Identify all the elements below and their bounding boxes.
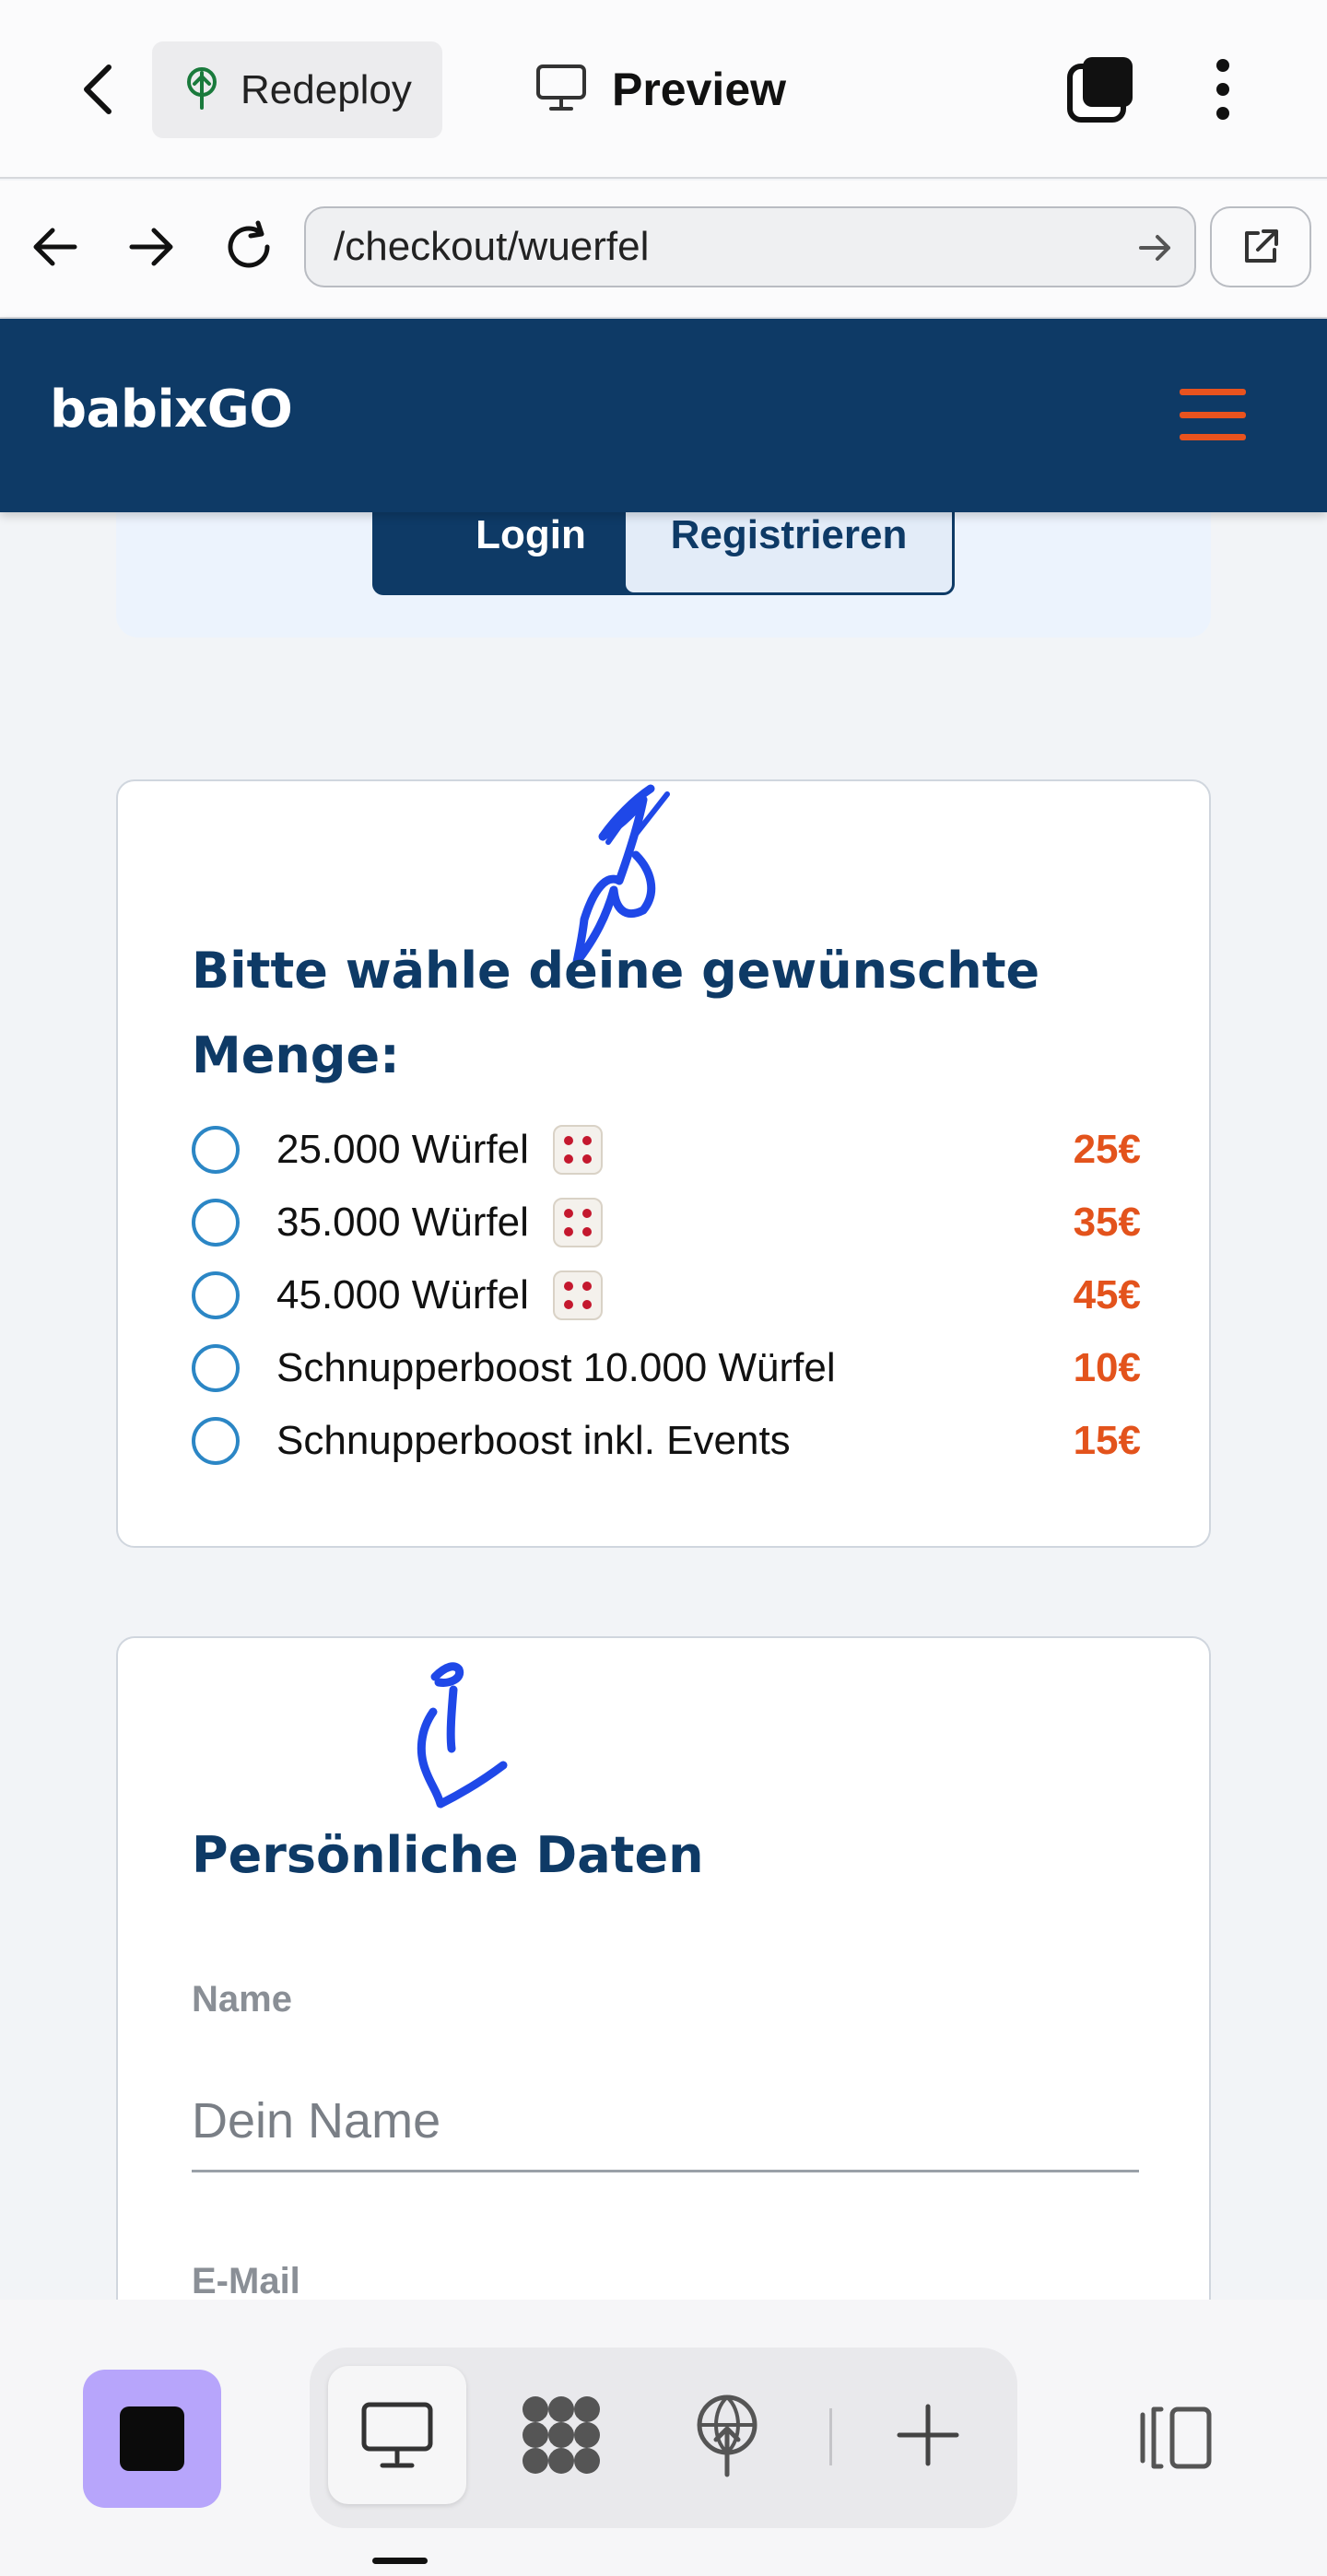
redeploy-button[interactable]: Redeploy — [152, 41, 442, 138]
divider — [829, 2408, 832, 2465]
quantity-option[interactable]: 45.000 Würfel 45€ — [192, 1259, 1141, 1331]
url-bar[interactable]: /checkout/wuerfel — [304, 206, 1196, 287]
auth-card: Login Registrieren — [116, 512, 1211, 638]
quantity-option[interactable]: 25.000 Würfel 25€ — [192, 1113, 1141, 1186]
radio-button[interactable] — [192, 1416, 240, 1465]
name-input[interactable] — [192, 2071, 1139, 2172]
back-chevron-icon[interactable] — [72, 57, 123, 122]
quantity-option[interactable]: Schnupperboost 10.000 Würfel 10€ — [192, 1331, 1141, 1404]
external-link-icon[interactable] — [1210, 206, 1311, 287]
arrow-left-icon[interactable] — [26, 217, 85, 276]
radio-button[interactable] — [192, 1125, 240, 1174]
dice-icon — [552, 1270, 603, 1320]
option-label: 35.000 Würfel — [276, 1199, 529, 1245]
app-top-bar: Redeploy Preview — [0, 0, 1327, 179]
option-label: 25.000 Würfel — [276, 1126, 529, 1172]
option-label: Schnupperboost inkl. Events — [276, 1417, 791, 1463]
scribble-annotation — [417, 1662, 508, 1809]
reload-icon[interactable] — [219, 217, 278, 276]
radio-button[interactable] — [192, 1343, 240, 1392]
brand-logo[interactable]: babixGO — [50, 380, 293, 439]
option-price: 25€ — [1073, 1126, 1141, 1172]
quantity-heading: Bitte wähle deine gewünschte Menge: — [192, 942, 1040, 1084]
dice-icon — [552, 1124, 603, 1175]
monitor-icon — [534, 63, 588, 117]
option-price: 45€ — [1073, 1271, 1141, 1317]
view-switcher — [310, 2348, 1017, 2528]
option-label: 45.000 Würfel — [276, 1271, 529, 1317]
option-label: Schnupperboost 10.000 Würfel — [276, 1344, 836, 1390]
panel-toggle-icon[interactable] — [1124, 2392, 1226, 2484]
option-price: 10€ — [1073, 1344, 1141, 1390]
dice-icon — [552, 1197, 603, 1247]
more-vertical-icon[interactable] — [1203, 53, 1243, 125]
quantity-card: Bitte wähle deine gewünschte Menge: 25.0… — [116, 779, 1211, 1548]
apps-grid-icon[interactable] — [492, 2366, 630, 2504]
hamburger-icon[interactable] — [1180, 389, 1246, 440]
page-content: Login Registrieren Bitte wähle deine gew… — [0, 512, 1327, 2300]
quantity-option[interactable]: Schnupperboost inkl. Events 15€ — [192, 1404, 1141, 1477]
quantity-options: 25.000 Würfel 25€ 35.000 Würfel 35€ 45.0… — [192, 1113, 1141, 1477]
radio-button[interactable] — [192, 1198, 240, 1247]
bottom-toolbar — [0, 2300, 1327, 2576]
tabs-icon[interactable] — [1064, 53, 1136, 125]
go-arrow-icon[interactable] — [1137, 225, 1174, 281]
browser-nav-bar: /checkout/wuerfel — [0, 181, 1327, 319]
register-button[interactable]: Registrieren — [623, 512, 955, 595]
option-price: 35€ — [1073, 1199, 1141, 1245]
stop-icon[interactable] — [83, 2370, 221, 2508]
home-indicator — [372, 2558, 428, 2564]
redeploy-label: Redeploy — [241, 66, 412, 112]
quantity-option[interactable]: 35.000 Würfel 35€ — [192, 1186, 1141, 1259]
site-header: babixGO — [0, 319, 1327, 512]
personal-heading: Persönliche Daten — [192, 1826, 704, 1884]
option-price: 15€ — [1073, 1417, 1141, 1463]
preview-label: Preview — [612, 64, 787, 115]
redeploy-tree-icon — [182, 65, 222, 114]
url-text: /checkout/wuerfel — [334, 224, 650, 269]
preview-title: Preview — [534, 51, 786, 128]
personal-data-card: Persönliche Daten Name E-Mail — [116, 1636, 1211, 2300]
email-label: E-Mail — [192, 2261, 300, 2300]
name-label: Name — [192, 1979, 292, 2020]
monitor-icon[interactable] — [328, 2366, 466, 2504]
globe-upload-icon[interactable] — [658, 2366, 796, 2504]
radio-button[interactable] — [192, 1270, 240, 1319]
plus-icon[interactable] — [859, 2366, 997, 2504]
arrow-right-icon[interactable] — [122, 217, 181, 276]
